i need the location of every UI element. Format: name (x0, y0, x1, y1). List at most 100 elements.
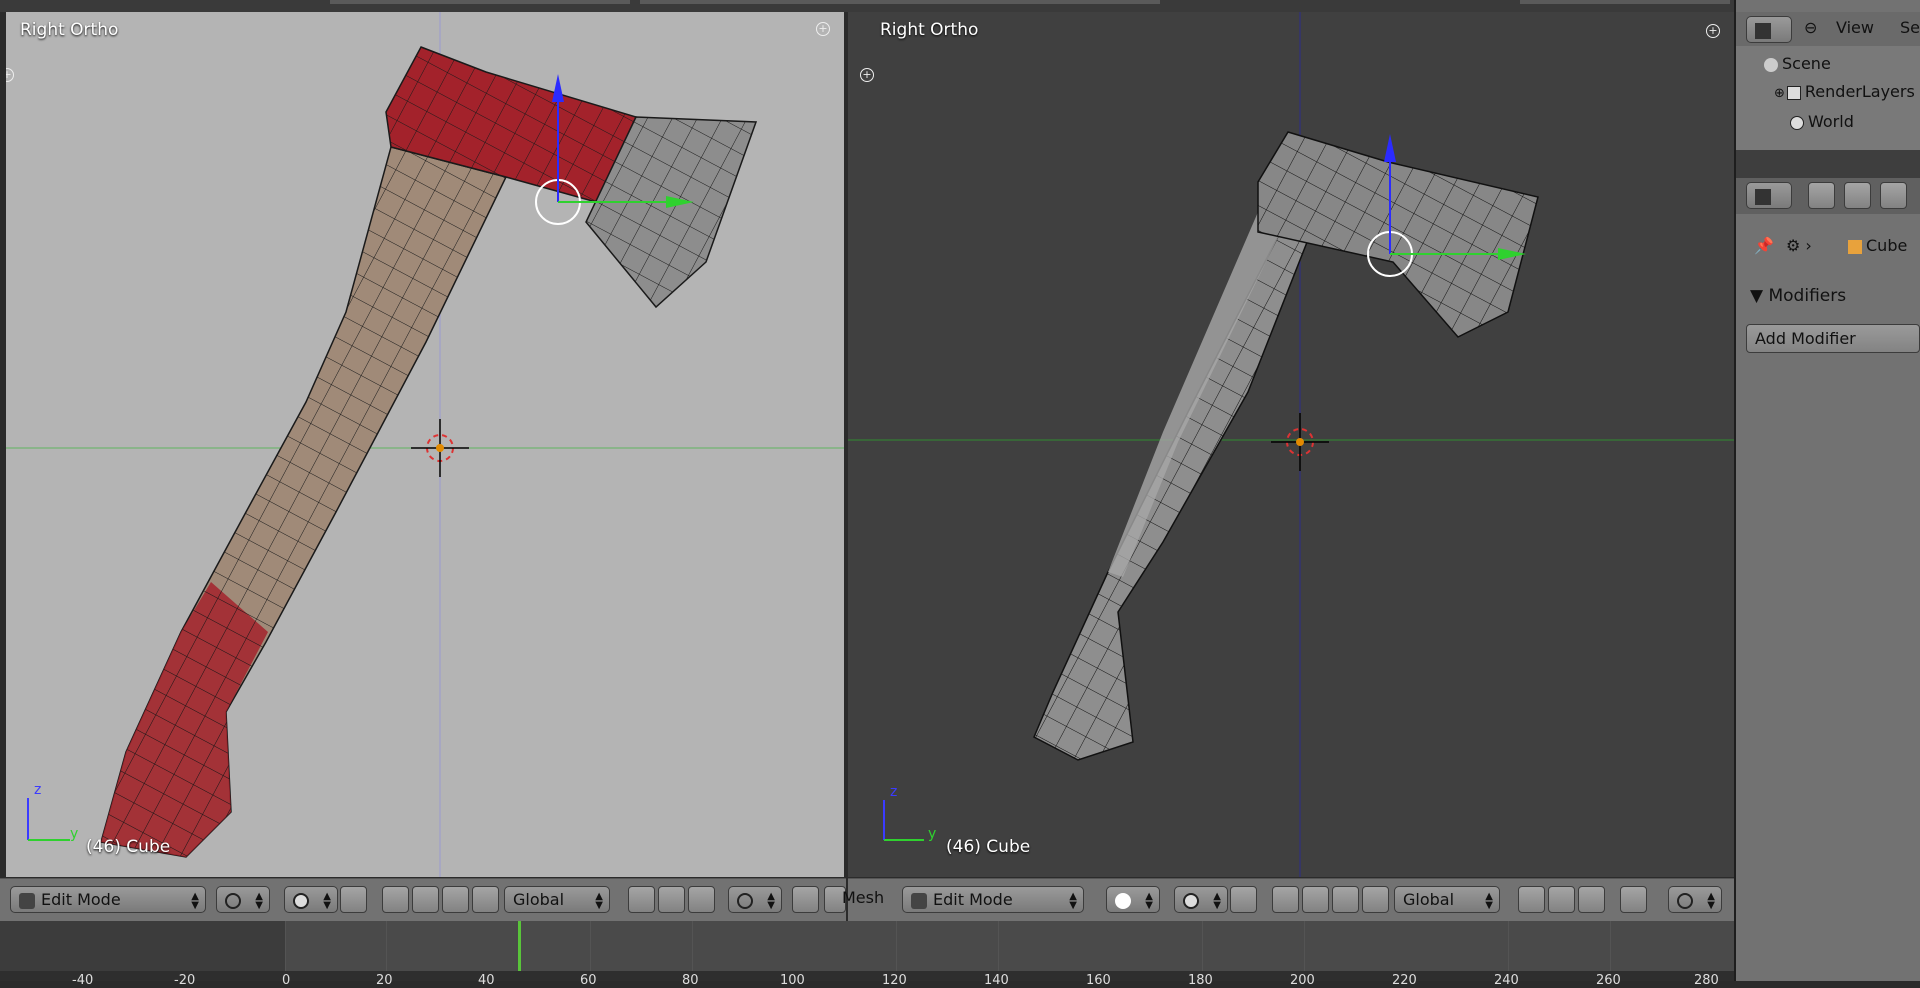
rotate-icon[interactable] (442, 886, 469, 913)
timeline-grid (1508, 921, 1509, 971)
mesh-menu[interactable]: Mesh (842, 888, 884, 907)
timeline-grid (1610, 921, 1611, 971)
timeline-grid (692, 921, 693, 971)
move-arrow-icon[interactable] (1302, 886, 1329, 913)
edge-select-icon[interactable] (658, 886, 685, 913)
orientation-selector[interactable]: Global ▲ ▼ (1394, 886, 1500, 913)
outliner-item-label: Scene (1782, 54, 1831, 73)
axe-mesh-solid[interactable] (848, 12, 1734, 877)
view-menu[interactable]: View (1836, 18, 1874, 37)
timeline-grid (285, 921, 286, 971)
pivot-selector[interactable]: ▲ ▼ (284, 886, 338, 913)
object-breadcrumb: Cube (1848, 236, 1907, 255)
timeline-grid (1304, 921, 1305, 971)
axe-mesh-textured[interactable] (6, 12, 844, 877)
outliner-item-world[interactable]: World (1790, 112, 1854, 131)
face-select-icon[interactable] (1578, 886, 1605, 913)
minus-icon[interactable]: ⊖ (1804, 18, 1817, 37)
axis-y-label: y (928, 826, 937, 842)
world-icon (1790, 115, 1804, 130)
timeline[interactable]: -40 -20 0 20 40 60 80 100 120 140 160 18… (0, 921, 1734, 988)
z-arrow-icon (1384, 134, 1396, 162)
renderlayers-icon (1786, 85, 1801, 100)
orientation-label: Global (513, 890, 565, 909)
timeline-grid (590, 921, 591, 971)
display-mode-selector[interactable] (1746, 16, 1792, 43)
world-tab-icon[interactable] (1880, 182, 1907, 209)
add-modifier-button[interactable]: Add Modifier (1746, 324, 1920, 353)
expand-plus-icon[interactable]: ⊕ (1774, 86, 1785, 101)
solid-sphere-icon (1115, 892, 1131, 909)
vertex-select-icon[interactable] (628, 886, 655, 913)
manipulator-toggle-icon[interactable] (1230, 886, 1257, 913)
current-frame-marker[interactable] (518, 921, 521, 971)
limit-selection-icon[interactable] (1620, 886, 1647, 913)
axis-z-label: z (890, 784, 898, 800)
viewport-left[interactable]: Right Ortho + + z y (46) Cube (6, 12, 844, 877)
shading-selector[interactable]: ▲ ▼ (1106, 886, 1160, 913)
edit-mode-icon (911, 892, 927, 909)
viewport-right[interactable]: Right Ortho + + z y (46) Cube (848, 12, 1734, 877)
viewport-header-right: Mesh Edit Mode ▲ ▼ ▲ ▼ ▲ ▼ Global ▲ ▼ ▲ ▼ (842, 878, 1734, 921)
timeline-grid (1202, 921, 1203, 971)
right-sidebar: ⊖ View Se Scene ⊕ RenderLayers World 📌 ⚙ … (1736, 0, 1920, 981)
timeline-ruler: -40 -20 0 20 40 60 80 100 120 140 160 18… (0, 971, 1734, 988)
add-icon[interactable]: + (1706, 24, 1720, 38)
outliner-item-scene[interactable]: Scene (1764, 54, 1831, 73)
add-icon[interactable]: + (816, 22, 830, 36)
orientation-selector[interactable]: Global ▲ ▼ (504, 886, 610, 913)
mode-label: Edit Mode (933, 890, 1013, 909)
outliner-list-icon (1755, 22, 1771, 39)
mode-selector[interactable]: Edit Mode ▲ ▼ (902, 886, 1084, 913)
proportional-edit-selector[interactable]: ▲ ▼ (728, 886, 782, 913)
shading-selector[interactable]: ▲ ▼ (216, 886, 270, 913)
scene-tab-icon[interactable] (1844, 182, 1871, 209)
viewport-header-left: Edit Mode ▲ ▼ ▲ ▼ ▲ ▼ Global ▲ ▼ ▲ ▼ (0, 878, 846, 921)
outliner-item-renderlayers[interactable]: ⊕ RenderLayers (1774, 82, 1915, 101)
top-editor-strip (0, 0, 1920, 12)
translate-manipulator-icon[interactable] (382, 886, 409, 913)
scale-icon[interactable] (472, 886, 499, 913)
rotate-icon[interactable] (1332, 886, 1359, 913)
edit-mode-icon (19, 892, 35, 909)
proportional-edit-selector[interactable]: ▲ ▼ (1668, 886, 1722, 913)
translate-manipulator-icon[interactable] (1272, 886, 1299, 913)
modifiers-panel-header[interactable]: ▼ Modifiers (1750, 286, 1846, 306)
timeline-strip (0, 921, 285, 971)
pin-icon[interactable]: 📌 (1754, 236, 1774, 255)
edge-select-icon[interactable] (1548, 886, 1575, 913)
render-tab-icon[interactable] (1808, 182, 1835, 209)
proportional-edit-icon (737, 892, 753, 909)
area-separator (1736, 150, 1920, 178)
orientation-label: Global (1403, 890, 1455, 909)
object-name: Cube (1866, 236, 1908, 255)
top-strip-segment (640, 0, 1160, 4)
pivot-selector[interactable]: ▲ ▼ (1174, 886, 1228, 913)
scale-icon[interactable] (1362, 886, 1389, 913)
mode-label: Edit Mode (41, 890, 121, 909)
axis-y-label: y (70, 826, 79, 842)
timeline-grid (896, 921, 897, 971)
editor-type-selector[interactable] (1746, 182, 1792, 209)
z-arrow-icon (552, 74, 564, 102)
manipulator-toggle-icon[interactable] (340, 886, 367, 913)
vertex-select-icon[interactable] (1518, 886, 1545, 913)
timeline-grid (386, 921, 387, 971)
pivot-icon (1183, 892, 1199, 909)
search-menu[interactable]: Se (1900, 18, 1920, 37)
properties-header (1736, 178, 1920, 214)
outliner-item-label: World (1808, 112, 1854, 131)
outliner-item-label: RenderLayers (1804, 82, 1915, 101)
move-arrow-icon[interactable] (412, 886, 439, 913)
modifiers-title: Modifiers (1768, 286, 1847, 306)
viewport-title: Right Ortho (20, 20, 119, 40)
mode-selector[interactable]: Edit Mode ▲ ▼ (10, 886, 206, 913)
face-select-icon[interactable] (688, 886, 715, 913)
add-icon[interactable]: + (860, 68, 874, 82)
snap-magnet-icon[interactable] (792, 886, 819, 913)
top-strip-segment (1520, 0, 1730, 4)
globe-icon (225, 892, 241, 909)
object-label: (46) Cube (946, 837, 1031, 857)
collapse-triangle-icon: ▼ (1750, 286, 1764, 306)
outliner: ⊖ View Se Scene ⊕ RenderLayers World (1736, 12, 1920, 150)
